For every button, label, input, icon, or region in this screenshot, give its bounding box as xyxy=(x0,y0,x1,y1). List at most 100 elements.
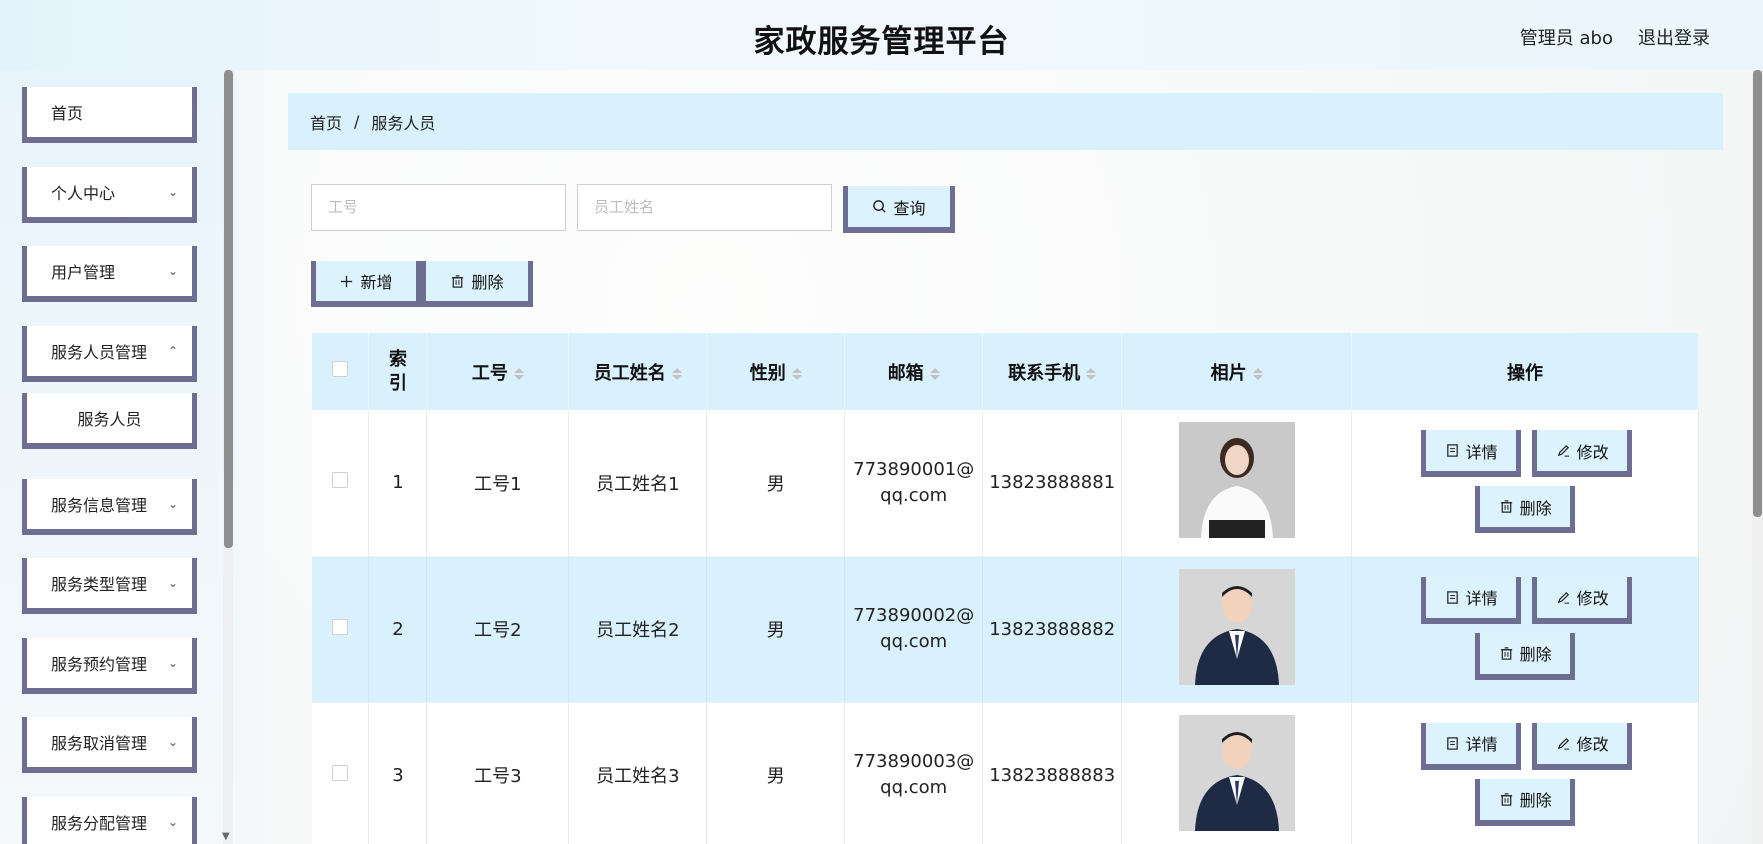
sidebar: 首页 个人中心 ⌄ 用户管理 ⌄ 服务人员管理 ⌃ 服务人员 服务信息管理 ⌄ … xyxy=(0,70,236,844)
staff-photo[interactable] xyxy=(1178,422,1295,539)
row-checkbox[interactable] xyxy=(332,618,349,635)
employee-id-cell: 工号2 xyxy=(426,556,570,703)
chevron-down-icon: ⌄ xyxy=(167,735,178,749)
edit-label: 修改 xyxy=(1576,589,1609,608)
edit-button[interactable]: 修改 xyxy=(1532,722,1633,770)
chevron-down-icon: ⌄ xyxy=(167,815,178,829)
email-cell: 773890003@ qq.com xyxy=(844,702,984,844)
sidebar-item-label: 服务取消管理 xyxy=(51,734,148,753)
sidebar-item-service-info[interactable]: 服务信息管理 ⌄ xyxy=(22,479,197,535)
batch-delete-button[interactable]: 删除 xyxy=(421,261,533,307)
sidebar-item-label: 服务信息管理 xyxy=(51,496,148,515)
sidebar-item-label: 服务人员管理 xyxy=(51,343,148,362)
row-select-cell xyxy=(312,702,370,844)
column-header-id[interactable]: 工号 xyxy=(426,333,570,410)
phone-cell: 13823888882 xyxy=(982,556,1123,703)
current-user: 管理员 abo xyxy=(1519,28,1613,49)
breadcrumb-current: 服务人员 xyxy=(371,113,436,133)
delete-button[interactable]: 删除 xyxy=(1475,632,1576,680)
edit-button[interactable]: 修改 xyxy=(1532,430,1633,477)
select-all-checkbox[interactable] xyxy=(332,361,349,377)
staff-photo[interactable] xyxy=(1178,714,1295,831)
sidebar-item-service-cancel[interactable]: 服务取消管理 ⌄ xyxy=(22,717,197,773)
breadcrumb: 首页 / 服务人员 xyxy=(288,93,1723,150)
column-header-gender[interactable]: 性别 xyxy=(706,333,846,410)
sort-icon[interactable] xyxy=(1086,367,1097,380)
sort-icon[interactable] xyxy=(929,367,940,380)
column-header-photo[interactable]: 相片 xyxy=(1121,333,1353,410)
sidebar-item-home[interactable]: 首页 xyxy=(22,87,197,143)
sidebar-item-user-management[interactable]: 用户管理 ⌄ xyxy=(22,246,197,302)
sidebar-item-staff-management[interactable]: 服务人员管理 ⌃ xyxy=(22,326,197,382)
sidebar-item-label: 服务预约管理 xyxy=(51,655,148,674)
detail-button[interactable]: 详情 xyxy=(1421,576,1522,624)
main-scrollbar-thumb[interactable] xyxy=(1753,70,1762,517)
trash-icon xyxy=(452,274,464,288)
actions-cell: 详情 修改删除 xyxy=(1351,410,1699,557)
employee-id-cell: 工号1 xyxy=(426,410,570,557)
email-line-2: qq.com xyxy=(880,631,948,652)
column-header-name[interactable]: 员工姓名 xyxy=(568,333,708,410)
delete-button[interactable]: 删除 xyxy=(1475,778,1576,826)
edit-button[interactable]: 修改 xyxy=(1532,576,1633,624)
sort-icon[interactable] xyxy=(513,367,524,380)
sidebar-item-service-booking[interactable]: 服务预约管理 ⌄ xyxy=(22,638,197,694)
employee-name-cell: 员工姓名2 xyxy=(568,556,708,703)
query-button[interactable]: 查询 xyxy=(843,186,955,233)
gender-cell: 男 xyxy=(706,410,846,557)
breadcrumb-home[interactable]: 首页 xyxy=(310,110,342,134)
logout-link[interactable]: 退出登录 xyxy=(1638,24,1710,50)
actions-cell: 详情 修改删除 xyxy=(1351,702,1699,844)
sidebar-item-label: 用户管理 xyxy=(51,263,116,282)
detail-button[interactable]: 详情 xyxy=(1421,430,1522,477)
column-header-email[interactable]: 邮箱 xyxy=(844,333,984,410)
sidebar-item-personal-center[interactable]: 个人中心 ⌄ xyxy=(22,167,197,223)
top-header: 家政服务管理平台 管理员 abo 退出登录 xyxy=(0,0,1763,70)
delete-label: 删除 xyxy=(1519,645,1552,664)
breadcrumb-separator: / xyxy=(354,112,360,131)
email-cell: 773890002@ qq.com xyxy=(844,556,984,703)
sort-icon[interactable] xyxy=(1252,367,1263,380)
staff-table: 索引 工号 员工姓名 性别 邮箱 联系手机 相片 操作 1 工号1 员工姓名1 男 77… xyxy=(312,333,1699,844)
scroll-down-arrow-icon[interactable]: ▼ xyxy=(222,831,230,842)
table-row: 1 工号1 员工姓名1 男 773890001@ qq.com 13823888881 详情 修… xyxy=(312,410,1699,557)
sidebar-item-label: 服务分配管理 xyxy=(51,814,148,833)
sidebar-item-service-assign[interactable]: 服务分配管理 ⌄ xyxy=(22,797,197,844)
pencil-icon xyxy=(1557,737,1569,750)
column-header-phone[interactable]: 联系手机 xyxy=(982,333,1123,410)
photo-cell xyxy=(1121,556,1353,703)
employee-name-input[interactable] xyxy=(577,184,832,231)
staff-photo[interactable] xyxy=(1178,568,1295,685)
document-icon xyxy=(1446,444,1458,457)
pencil-icon xyxy=(1557,444,1569,457)
sidebar-item-label: 个人中心 xyxy=(51,184,116,203)
chevron-down-icon: ⌄ xyxy=(167,576,178,590)
row-select-cell xyxy=(312,556,370,703)
row-checkbox[interactable] xyxy=(332,764,349,781)
column-header-index: 索引 xyxy=(368,333,428,410)
photo-cell xyxy=(1121,410,1353,557)
sort-icon[interactable] xyxy=(791,367,802,380)
edit-label: 修改 xyxy=(1576,442,1609,462)
employee-id-input[interactable] xyxy=(311,184,566,231)
index-cell: 2 xyxy=(368,556,428,703)
sidebar-scrollbar-thumb[interactable] xyxy=(224,70,233,548)
sidebar-item-service-type[interactable]: 服务类型管理 ⌄ xyxy=(22,558,197,614)
gender-cell: 男 xyxy=(706,702,846,844)
add-button[interactable]: 新增 xyxy=(311,261,421,307)
employee-name-cell: 员工姓名3 xyxy=(568,702,708,844)
row-checkbox[interactable] xyxy=(332,472,349,489)
male-portrait-icon xyxy=(1178,714,1295,831)
delete-button[interactable]: 删除 xyxy=(1475,486,1576,533)
query-label: 查询 xyxy=(893,198,926,218)
female-portrait-icon xyxy=(1178,422,1295,539)
chevron-up-icon: ⌃ xyxy=(167,344,178,358)
chevron-down-icon: ⌄ xyxy=(167,497,178,511)
sort-icon[interactable] xyxy=(671,367,682,380)
email-line-1: 773890003@ xyxy=(853,751,975,772)
sidebar-item-staff[interactable]: 服务人员 xyxy=(22,393,197,449)
email-line-1: 773890001@ xyxy=(853,458,975,480)
plus-icon xyxy=(341,275,353,287)
document-icon xyxy=(1446,736,1458,750)
detail-button[interactable]: 详情 xyxy=(1421,722,1522,770)
